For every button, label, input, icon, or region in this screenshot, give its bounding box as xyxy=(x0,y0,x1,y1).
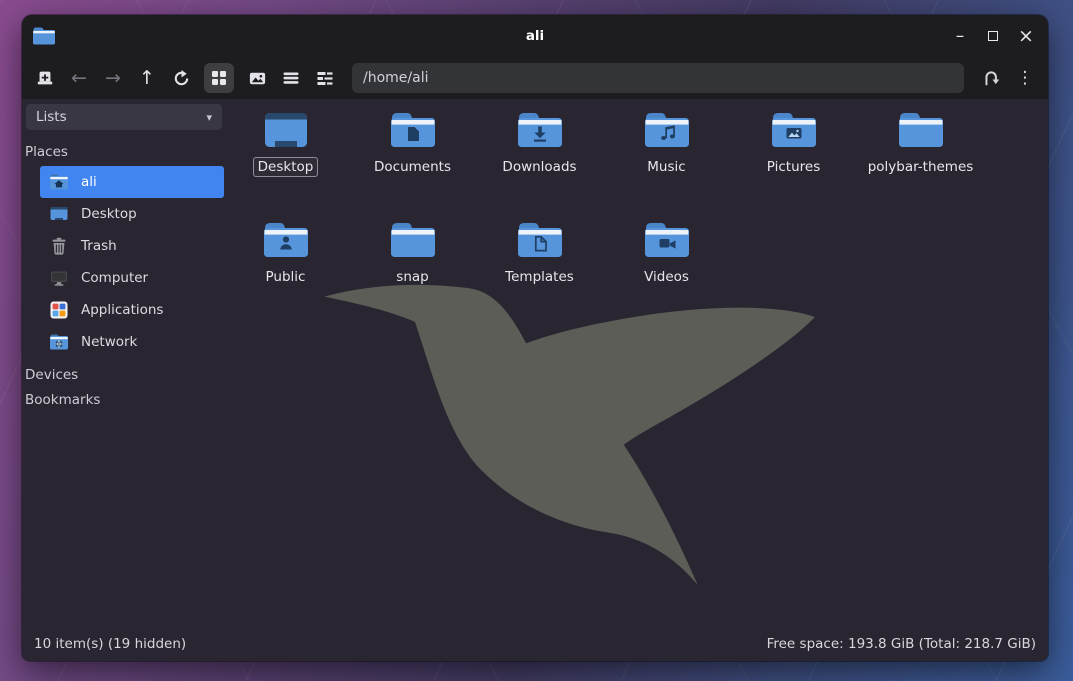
new-tab-button[interactable] xyxy=(34,67,56,89)
sidebar-item-label: ali xyxy=(81,174,97,190)
folder-icon xyxy=(897,110,945,150)
kebab-menu-icon: ⋮ xyxy=(1017,70,1034,87)
file-label: Music xyxy=(642,157,690,177)
sidebar-item-network[interactable]: Network xyxy=(40,326,224,358)
desktop-icon xyxy=(49,204,69,224)
path-input[interactable] xyxy=(352,63,964,93)
file-item-snap[interactable]: snap xyxy=(349,218,476,328)
titlebar[interactable]: ali – × xyxy=(22,15,1048,57)
home-folder-icon xyxy=(49,172,69,192)
menu-button[interactable]: ⋮ xyxy=(1014,67,1036,89)
file-item-documents[interactable]: Documents xyxy=(349,108,476,218)
file-label: Templates xyxy=(500,267,579,287)
sidebar-item-label: Desktop xyxy=(81,206,137,222)
folder-pictures-icon xyxy=(770,110,818,150)
sidebar-item-label: Network xyxy=(81,334,137,350)
new-tab-icon xyxy=(35,68,55,88)
folder-downloads-icon xyxy=(516,110,564,150)
back-icon: ← xyxy=(71,69,87,88)
folder-templates-icon xyxy=(516,220,564,260)
file-label: snap xyxy=(391,267,433,287)
chevron-down-icon: ▾ xyxy=(206,111,212,124)
up-button[interactable]: ↑ xyxy=(136,67,158,89)
detailed-view-icon xyxy=(316,69,334,87)
refresh-button[interactable] xyxy=(170,67,192,89)
thumbnail-view-icon xyxy=(248,69,267,88)
file-item-polybar-themes[interactable]: polybar-themes xyxy=(857,108,984,218)
folder-videos-icon xyxy=(643,220,691,260)
file-grid: Desktop Documents Downloads xyxy=(252,99,1012,328)
folder-documents-icon xyxy=(389,110,437,150)
sidebar-mode-dropdown[interactable]: Lists ▾ xyxy=(26,104,222,130)
toolbar: ← → ↑ xyxy=(22,57,1048,99)
sidebar-item-label: Trash xyxy=(81,238,117,254)
folder-public-icon xyxy=(262,220,310,260)
sidebar: Lists ▾ Places ali Desktop xyxy=(22,99,252,631)
desktop-wallpaper: { "window": { "title": "ali" }, "icons":… xyxy=(0,0,1073,681)
file-label: Downloads xyxy=(497,157,581,177)
back-button[interactable]: ← xyxy=(68,67,90,89)
sidebar-item-applications[interactable]: Applications xyxy=(40,294,224,326)
file-item-templates[interactable]: Templates xyxy=(476,218,603,328)
maximize-icon xyxy=(988,31,998,41)
file-item-downloads[interactable]: Downloads xyxy=(476,108,603,218)
sidebar-section-devices: Devices xyxy=(25,367,252,383)
sidebar-mode-label: Lists xyxy=(36,109,67,125)
file-view: Desktop Documents Downloads xyxy=(252,99,1048,631)
icon-view-button[interactable] xyxy=(204,63,234,93)
sidebar-item-desktop[interactable]: Desktop xyxy=(40,198,224,230)
file-label: Videos xyxy=(639,267,694,287)
trash-icon xyxy=(49,236,69,256)
forward-button[interactable]: → xyxy=(102,67,124,89)
file-label: polybar-themes xyxy=(863,157,979,177)
folder-music-icon xyxy=(643,110,691,150)
refresh-icon xyxy=(172,69,191,88)
folder-icon xyxy=(389,220,437,260)
compact-view-icon xyxy=(282,69,300,87)
icon-view-icon xyxy=(210,69,228,87)
file-label: Public xyxy=(261,267,311,287)
sidebar-item-ali[interactable]: ali xyxy=(40,166,224,198)
close-button[interactable]: × xyxy=(1018,28,1034,44)
sidebar-item-label: Computer xyxy=(81,270,148,286)
desktop-icon xyxy=(262,110,310,150)
maximize-button[interactable] xyxy=(985,28,1001,44)
file-manager-window: ali – × ← → ↑ xyxy=(22,15,1048,661)
file-label: Documents xyxy=(369,157,456,177)
applications-grid-icon xyxy=(49,300,69,320)
file-item-pictures[interactable]: Pictures xyxy=(730,108,857,218)
items-count-text: 10 item(s) (19 hidden) xyxy=(34,636,186,652)
computer-icon xyxy=(49,268,69,288)
file-label: Pictures xyxy=(762,157,825,177)
jump-button[interactable] xyxy=(980,67,1002,89)
free-space-text: Free space: 193.8 GiB (Total: 218.7 GiB) xyxy=(767,636,1036,652)
sidebar-item-label: Applications xyxy=(81,302,163,318)
file-label: Desktop xyxy=(253,157,319,177)
thumbnail-view-button[interactable] xyxy=(246,67,268,89)
compact-view-button[interactable] xyxy=(280,67,302,89)
file-item-desktop[interactable]: Desktop xyxy=(252,108,349,218)
sidebar-section-bookmarks: Bookmarks xyxy=(25,392,252,408)
detailed-view-button[interactable] xyxy=(314,67,336,89)
network-folder-icon xyxy=(49,332,69,352)
file-item-videos[interactable]: Videos xyxy=(603,218,730,328)
sidebar-section-places: Places xyxy=(25,144,252,160)
statusbar: 10 item(s) (19 hidden) Free space: 193.8… xyxy=(22,631,1048,661)
forward-icon: → xyxy=(105,69,121,88)
window-title: ali xyxy=(22,28,1048,44)
minimize-button[interactable]: – xyxy=(952,28,968,44)
file-item-public[interactable]: Public xyxy=(252,218,349,328)
file-item-music[interactable]: Music xyxy=(603,108,730,218)
sidebar-item-trash[interactable]: Trash xyxy=(40,230,224,262)
sidebar-item-computer[interactable]: Computer xyxy=(40,262,224,294)
up-icon: ↑ xyxy=(139,69,155,88)
jump-icon xyxy=(981,68,1001,88)
